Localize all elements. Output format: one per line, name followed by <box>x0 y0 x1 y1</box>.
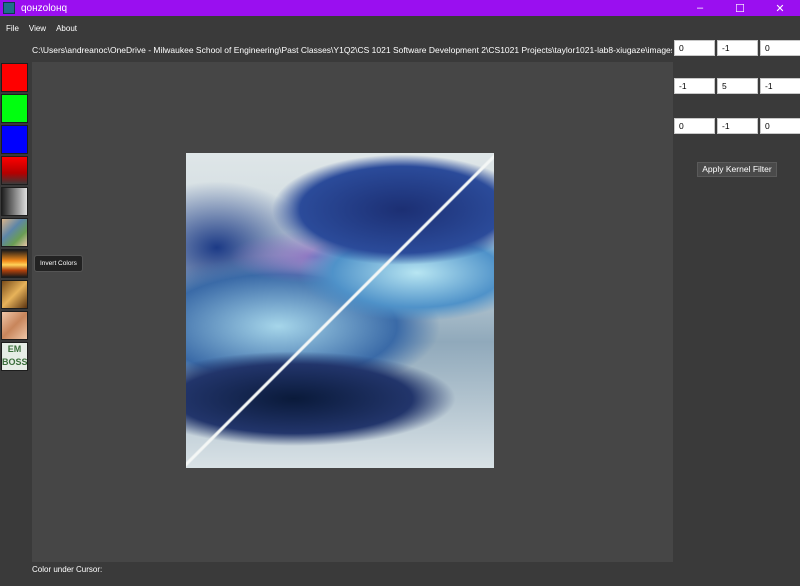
kernel-cell-0-0[interactable] <box>674 40 715 56</box>
sepia-filter-button[interactable] <box>1 280 28 309</box>
kernel-row <box>674 40 800 56</box>
kernel-row <box>674 78 800 94</box>
emboss-filter-button[interactable]: EM BOSS <box>1 342 28 371</box>
window-controls: – ☐ ✕ <box>680 0 800 16</box>
menu-file[interactable]: File <box>0 24 24 33</box>
minimize-button[interactable]: – <box>680 0 720 16</box>
kernel-cell-1-0[interactable] <box>674 78 715 94</box>
kernel-cell-0-1[interactable] <box>717 40 758 56</box>
green-filter-button[interactable] <box>1 94 28 123</box>
tooltip: Invert Colors <box>34 255 83 272</box>
menu-about[interactable]: About <box>51 24 82 33</box>
red-filter-button[interactable] <box>1 63 28 92</box>
kernel-cell-2-0[interactable] <box>674 118 715 134</box>
color-portrait-filter-button[interactable] <box>1 218 28 247</box>
kernel-cell-1-1[interactable] <box>717 78 758 94</box>
menu-view[interactable]: View <box>24 24 51 33</box>
kernel-cell-2-1[interactable] <box>717 118 758 134</box>
app-icon <box>3 2 15 14</box>
window-title: qoнzoloнq <box>21 2 68 14</box>
grayscale-filter-button[interactable] <box>1 187 28 216</box>
blue-filter-button[interactable] <box>1 125 28 154</box>
invert-colors-button[interactable] <box>1 249 28 278</box>
title-bar: qoнzoloнq – ☐ ✕ <box>0 0 800 16</box>
kernel-cell-1-2[interactable] <box>760 78 800 94</box>
kernel-row <box>674 118 800 134</box>
file-path-label: C:\Users\andreanoc\OneDrive - Milwaukee … <box>32 45 672 55</box>
color-under-cursor-label: Color under Cursor: <box>32 565 103 574</box>
kernel-cell-0-2[interactable] <box>760 40 800 56</box>
maximize-button[interactable]: ☐ <box>720 0 760 16</box>
kernel-cell-2-2[interactable] <box>760 118 800 134</box>
menu-bar: File View About <box>0 16 800 40</box>
red-gray-filter-button[interactable] <box>1 156 28 185</box>
sharpen-filter-button[interactable] <box>1 311 28 340</box>
apply-kernel-filter-button[interactable]: Apply Kernel Filter <box>697 162 777 177</box>
close-button[interactable]: ✕ <box>760 0 800 16</box>
filter-toolbar: EM BOSS <box>0 63 29 373</box>
filtered-image[interactable] <box>186 153 494 468</box>
